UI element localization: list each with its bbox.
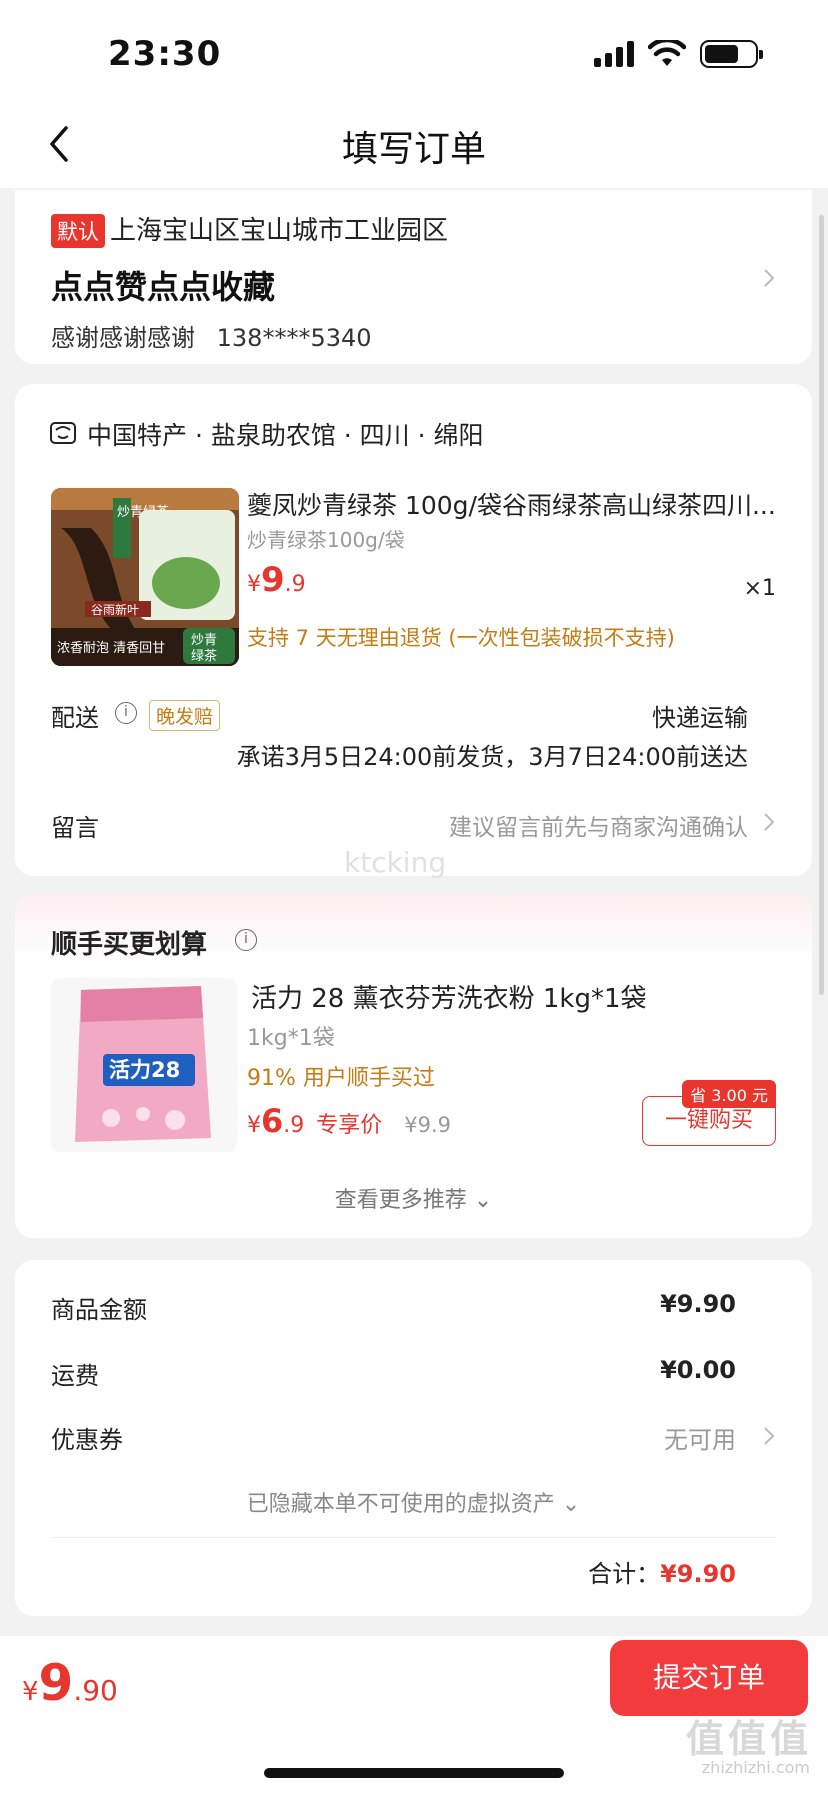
original-price: ¥9.9	[404, 1113, 452, 1137]
bottom-bar: ¥9.90 提交订单 值值值 zhizhizhi.com	[0, 1636, 828, 1795]
address-card[interactable]: 默认 上海宝山区宝山城市工业园区 点点赞点点收藏 感谢感谢感谢 138****5…	[15, 190, 812, 364]
product-image[interactable]: 炒青绿茶 谷雨新叶 浓香耐泡 清香回甘 炒青 绿茶	[51, 488, 239, 666]
coupon-label: 优惠券	[51, 1426, 123, 1454]
delivery-label: 配送	[51, 704, 99, 732]
recommendation-name[interactable]: 活力 28 薰衣芬芳洗衣粉 1kg*1袋	[251, 978, 647, 1015]
recipient-name: 感谢感谢感谢	[51, 324, 195, 352]
recommendation-card: 顺手买更划算 i 活力28 活力 28 薰衣芬芳洗衣粉 1kg*1袋 1kg*1…	[15, 894, 812, 1238]
submit-order-button[interactable]: 提交订单	[610, 1640, 808, 1716]
recommendation-title: 顺手买更划算	[51, 930, 208, 960]
svg-text:活力28: 活力28	[109, 1058, 180, 1082]
note-label: 留言	[51, 814, 99, 842]
address-region: 上海宝山区宝山城市工业园区	[110, 216, 449, 246]
svg-text:绿茶: 绿茶	[191, 648, 217, 664]
recommendation-spec: 1kg*1袋	[247, 1026, 335, 1051]
hidden-assets-toggle[interactable]: 已隐藏本单不可使用的虚拟资产 ⌄	[15, 1486, 812, 1518]
scrollbar[interactable]	[819, 215, 824, 995]
nav-bar: 填写订单	[0, 100, 828, 188]
recommendation-bought-rate: 91% 用户顺手买过	[247, 1066, 435, 1091]
product-spec: 炒青绿茶100g/袋	[247, 528, 405, 552]
more-recommendations-link[interactable]: 查看更多推荐 ⌄	[15, 1182, 812, 1214]
shop-icon	[50, 422, 76, 444]
bottom-total-price: ¥9.90	[22, 1654, 118, 1712]
shop-name[interactable]: 中国特产 · 盐泉助农馆 · 四川 · 绵阳	[87, 416, 484, 452]
page-title: 填写订单	[341, 129, 486, 170]
battery-icon	[700, 40, 763, 68]
status-bar: 23:30	[0, 0, 828, 100]
savings-badge: 省 3.00 元	[682, 1080, 776, 1108]
goods-amount-row: 商品金额 ¥9.90	[51, 1290, 736, 1325]
late-compensation-tag: 晚发赔	[149, 700, 221, 731]
shipping-fee-label: 运费	[51, 1362, 99, 1390]
chevron-right-icon	[764, 269, 775, 287]
shipping-fee-value: ¥0.00	[660, 1356, 736, 1384]
return-policy: 支持 7 天无理由退货 (一次性包装破损不支持)	[247, 626, 675, 650]
product-price: ¥9.9	[247, 560, 306, 600]
signal-icon	[594, 41, 634, 67]
info-icon[interactable]: i	[235, 929, 257, 951]
order-total: 合计：¥9.90	[588, 1554, 736, 1589]
address-detail: 点点赞点点收藏	[51, 268, 276, 306]
address-contact: 感谢感谢感谢 138****5340	[51, 318, 372, 353]
goods-amount-label: 商品金额	[51, 1296, 147, 1324]
shipping-fee-row: 运费 ¥0.00	[51, 1356, 736, 1391]
watermark-url: zhizhizhi.com	[701, 1758, 810, 1777]
summary-card: 商品金额 ¥9.90 运费 ¥0.00 优惠券 无可用 已隐藏本单不可使用的虚拟…	[15, 1260, 812, 1616]
info-icon[interactable]: i	[115, 702, 137, 724]
note-input[interactable]: 建议留言前先与商家沟通确认	[449, 808, 748, 842]
shipping-method: 快递运输	[652, 704, 748, 732]
total-value: ¥9.90	[660, 1560, 736, 1588]
watermark-logo: 值值值	[685, 1717, 812, 1761]
goods-amount-value: ¥9.90	[660, 1290, 736, 1318]
order-card: 中国特产 · 盐泉助农馆 · 四川 · 绵阳 炒青绿茶 谷雨新叶 浓香耐泡 清香…	[15, 384, 812, 876]
shipping-promise: 承诺3月5日24:00前发货，3月7日24:00前送达	[236, 743, 748, 771]
default-address-badge: 默认	[51, 214, 105, 248]
product-quantity: ×1	[743, 576, 776, 601]
total-label: 合计：	[588, 1560, 661, 1588]
divider	[51, 1537, 776, 1538]
status-time: 23:30	[108, 34, 222, 74]
chevron-right-icon	[764, 813, 775, 831]
recommendation-price: ¥6.9 专享价 ¥9.9	[247, 1102, 452, 1140]
svg-text:浓香耐泡 清香回甘: 浓香耐泡 清香回甘	[57, 641, 165, 656]
svg-text:炒青: 炒青	[191, 633, 217, 648]
recipient-phone: 138****5340	[216, 324, 372, 352]
home-indicator[interactable]	[264, 1768, 564, 1778]
wifi-icon	[648, 40, 686, 66]
coupon-value: 无可用	[664, 1426, 736, 1454]
recommendation-image[interactable]: 活力28	[51, 978, 237, 1152]
svg-text:谷雨新叶: 谷雨新叶	[91, 602, 139, 617]
coupon-row[interactable]: 优惠券 无可用	[51, 1420, 736, 1455]
product-title[interactable]: 夔凤炒青绿茶 100g/袋谷雨绿茶高山绿茶四川...	[247, 486, 787, 522]
status-icons	[594, 40, 763, 68]
watermark-text: ktcking	[344, 846, 447, 879]
chevron-right-icon	[764, 1427, 775, 1445]
